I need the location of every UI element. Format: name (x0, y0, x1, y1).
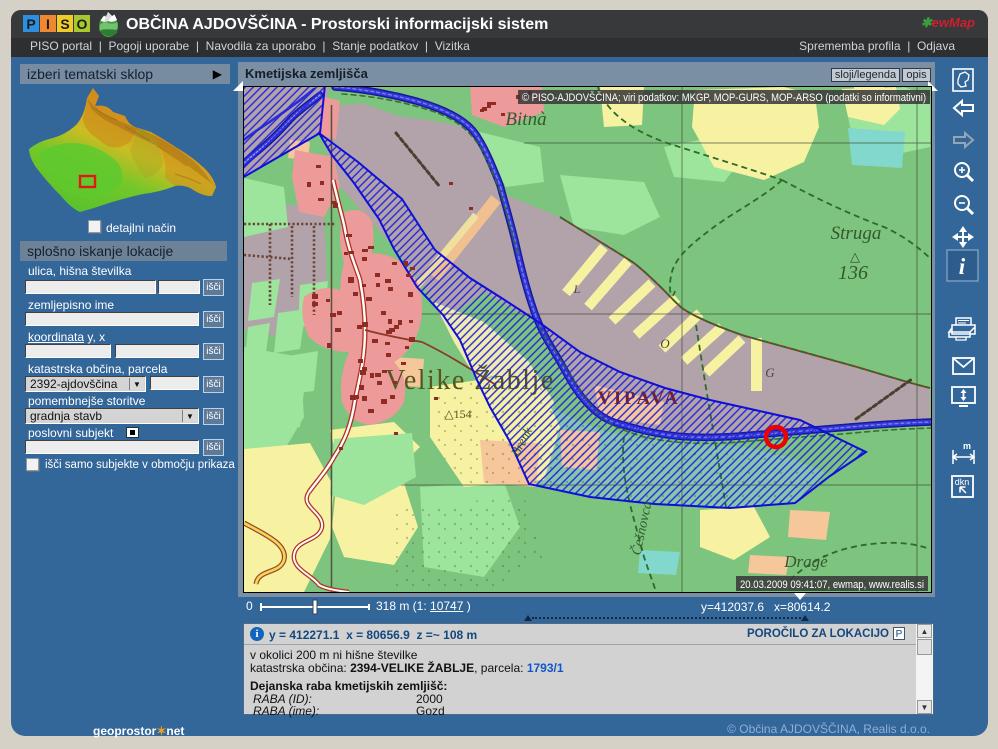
svg-text:i: i (959, 254, 966, 279)
svg-text:Bitnà: Bitnà (505, 109, 546, 130)
svg-text:dkn: dkn (955, 477, 970, 487)
svg-text:Struga: Struga (831, 223, 882, 244)
svg-text:G: G (765, 365, 775, 380)
svg-text:136: 136 (838, 262, 868, 284)
svg-text:20.03.2009 09:41:07, ewmap, ww: 20.03.2009 09:41:07, ewmap, www.realis.s… (740, 579, 924, 591)
svg-text:© PISO-AJDOVŠČINA; viri podatk: © PISO-AJDOVŠČINA; viri podatkov: MKGP, … (522, 91, 926, 104)
svg-text:m: m (963, 441, 971, 451)
svg-text:L: L (573, 282, 581, 296)
svg-text:△154: △154 (444, 407, 471, 421)
svg-text:Dragè: Dragè (783, 552, 828, 571)
svg-text:O: O (660, 336, 670, 351)
